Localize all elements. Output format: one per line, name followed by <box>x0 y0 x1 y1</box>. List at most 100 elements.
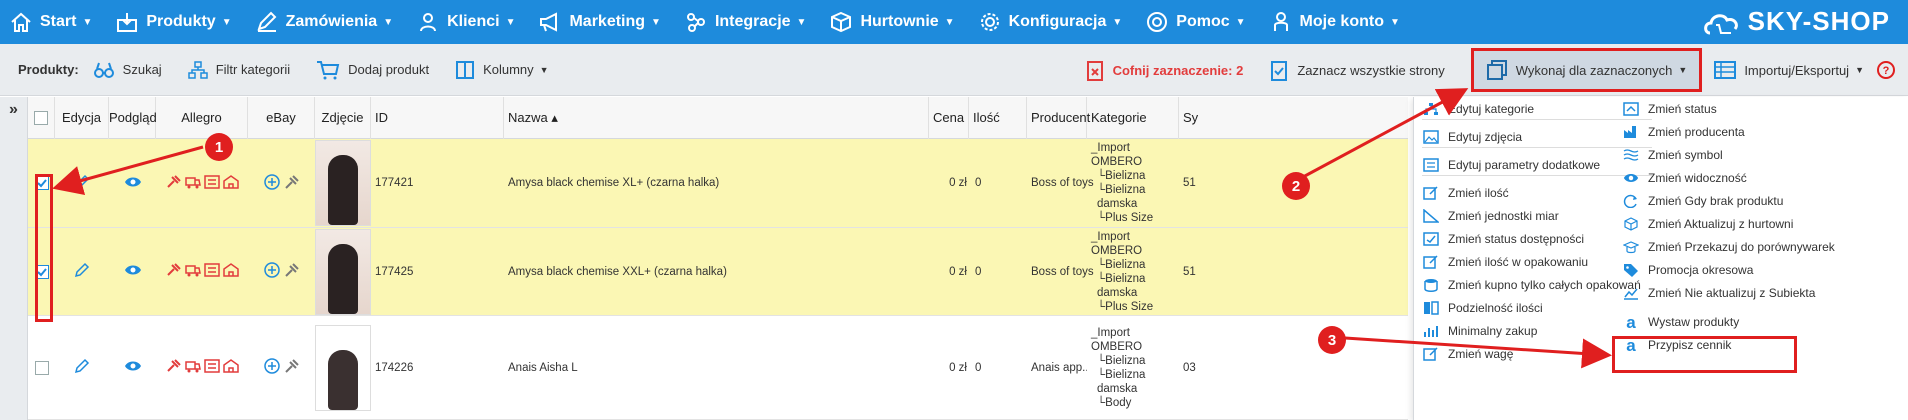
col-producent[interactable]: Producent <box>1027 97 1090 139</box>
menu-change-weight[interactable]: Zmień wagę <box>1422 345 1513 363</box>
nav-produkty[interactable]: Produkty ▼ <box>114 9 232 35</box>
product-thumbnail[interactable] <box>315 228 371 315</box>
cell-name[interactable]: Anais Aisha L <box>504 316 929 419</box>
allegro-truck-icon[interactable] <box>184 263 201 280</box>
allegro-shop-icon[interactable] <box>222 174 239 192</box>
cube-icon <box>828 9 854 35</box>
col-zdjecie[interactable]: Zdjęcie <box>315 97 371 139</box>
toolbar-section-label: Produkty: <box>18 62 79 77</box>
category-filter-button[interactable]: Filtr kategorii <box>187 60 290 79</box>
nav-start[interactable]: Start ▼ <box>8 9 92 35</box>
edit-icon[interactable] <box>74 174 90 193</box>
undo-selection-button[interactable]: Cofnij zaznaczenie: 2 <box>1085 59 1243 81</box>
category-line: └Bielizna <box>1097 355 1146 367</box>
row-checkbox[interactable] <box>34 360 49 375</box>
cell-name[interactable]: Amysa black chemise XL+ (czarna halka) <box>504 139 929 227</box>
table-row[interactable]: 177425 Amysa black chemise XXL+ (czarna … <box>28 228 1408 316</box>
menu-change-status[interactable]: Zmień status <box>1622 100 1717 118</box>
import-export-button[interactable]: Importuj/Eksportuj ▼ <box>1714 60 1864 80</box>
eye-icon[interactable] <box>124 360 142 375</box>
help-icon[interactable]: ? <box>1876 60 1896 80</box>
allegro-shop-icon[interactable] <box>222 359 239 376</box>
nav-marketing[interactable]: Marketing ▼ <box>537 9 661 35</box>
menu-change-quantity[interactable]: Zmień ilość <box>1422 184 1509 202</box>
nav-moje-konto[interactable]: Moje konto ▼ <box>1268 9 1400 35</box>
cell-qty: 0 <box>975 177 982 189</box>
col-nazwa[interactable]: Nazwa ▴ <box>504 97 929 139</box>
select-all-checkbox[interactable] <box>28 97 55 139</box>
menu-change-producer[interactable]: Zmień producenta <box>1622 123 1745 141</box>
sidebar-collapse[interactable]: » <box>0 97 28 420</box>
menu-minimal-purchase[interactable]: Minimalny zakup <box>1422 322 1537 340</box>
status-icon <box>1422 230 1440 248</box>
allegro-auction-icon[interactable] <box>166 359 182 376</box>
brand-logo[interactable]: SKY-SHOP <box>1702 6 1890 37</box>
col-ilosc[interactable]: Ilość <box>969 97 1027 139</box>
nav-integracje[interactable]: Integracje ▼ <box>683 9 806 35</box>
nav-klienci[interactable]: Klienci ▼ <box>415 9 515 35</box>
col-cena[interactable]: Cena <box>929 97 969 139</box>
menu-periodic-promotion[interactable]: Promocja okresowa <box>1622 261 1753 279</box>
checkbox[interactable] <box>34 111 48 125</box>
menu-change-units[interactable]: Zmień jednostki miar <box>1422 207 1559 225</box>
edit-icon[interactable] <box>74 262 90 281</box>
menu-edit-photos[interactable]: Edytuj zdjęcia <box>1422 128 1522 146</box>
cube-icon <box>1622 215 1640 233</box>
columns-button[interactable]: Kolumny ▼ <box>455 60 549 80</box>
menu-list-products[interactable]: a Wystaw produkty <box>1622 313 1739 331</box>
table-row[interactable]: 177421 Amysa black chemise XL+ (czarna h… <box>28 139 1408 228</box>
ebay-add-icon[interactable] <box>263 358 280 377</box>
select-all-pages-button[interactable]: Zaznacz wszystkie strony <box>1269 59 1445 81</box>
product-thumbnail[interactable] <box>315 140 371 226</box>
allegro-truck-icon[interactable] <box>184 175 201 192</box>
nav-konfiguracja[interactable]: Konfiguracja ▼ <box>977 9 1122 35</box>
menu-quantity-divisibility[interactable]: Podzielność ilości <box>1422 299 1543 317</box>
menu-change-out-of-stock[interactable]: Zmień Gdy brak produktu <box>1622 192 1783 210</box>
menu-edit-categories[interactable]: Edytuj kategorie <box>1422 100 1534 118</box>
col-id[interactable]: ID <box>371 97 504 139</box>
menu-change-comparators[interactable]: Zmień Przekazuj do porównywarek <box>1622 238 1835 256</box>
ebay-auction-icon[interactable] <box>284 174 300 193</box>
execute-for-selected-button[interactable]: Wykonaj dla zaznaczonych ▼ <box>1470 48 1703 92</box>
edit-icon[interactable] <box>74 358 90 377</box>
menu-change-symbol[interactable]: Zmień symbol <box>1622 146 1723 164</box>
allegro-shop-icon[interactable] <box>222 263 239 280</box>
menu-change-availability[interactable]: Zmień status dostępności <box>1422 230 1584 248</box>
search-button[interactable]: Szukaj <box>93 61 162 79</box>
nav-hurtownie[interactable]: Hurtownie ▼ <box>828 9 955 35</box>
ebay-add-icon[interactable] <box>263 262 280 281</box>
col-ebay[interactable]: eBay <box>248 97 315 139</box>
category-line: _Import OMBERO <box>1091 230 1143 257</box>
col-kategorie[interactable]: Kategorie <box>1087 97 1179 139</box>
nav-zamowienia[interactable]: Zamówienia ▼ <box>254 9 393 35</box>
chevron-down-icon: ▼ <box>1678 65 1688 75</box>
menu-edit-params[interactable]: Edytuj parametry dodatkowe <box>1422 156 1600 174</box>
col-allegro[interactable]: Allegro <box>156 97 248 139</box>
allegro-auction-icon[interactable] <box>166 263 182 280</box>
allegro-auction-icon[interactable] <box>166 174 182 192</box>
col-symbol[interactable]: Sy <box>1179 97 1219 139</box>
col-edycja[interactable]: Edycja <box>55 97 109 139</box>
menu-change-no-subiekt-update[interactable]: Zmień Nie aktualizuj z Subiekta <box>1622 284 1815 302</box>
ebay-auction-icon[interactable] <box>284 262 300 281</box>
allegro-list-icon[interactable] <box>203 359 220 376</box>
ebay-add-icon[interactable] <box>263 173 280 193</box>
menu-change-visibility[interactable]: Zmień widoczność <box>1622 169 1747 187</box>
allegro-truck-icon[interactable] <box>184 359 201 376</box>
allegro-list-icon[interactable] <box>203 263 220 280</box>
menu-change-whole-packs[interactable]: Zmień kupno tylko całych opakowań <box>1422 276 1641 294</box>
nav-pomoc[interactable]: Pomoc ▼ <box>1144 9 1246 35</box>
product-thumbnail[interactable] <box>315 324 371 411</box>
cell-name[interactable]: Amysa black chemise XXL+ (czarna halka) <box>504 228 929 315</box>
cell-categories: _Import OMBERO └Bielizna └Bielizna damska └… <box>1087 228 1179 315</box>
eye-icon[interactable] <box>124 264 142 279</box>
menu-change-update-wholesale[interactable]: Zmień Aktualizuj z hurtowni <box>1622 215 1793 233</box>
menu-change-pack-qty[interactable]: Zmień ilość w opakowaniu <box>1422 253 1588 271</box>
eye-icon[interactable] <box>124 176 142 191</box>
add-product-button[interactable]: Dodaj produkt <box>316 60 429 80</box>
ebay-auction-icon[interactable] <box>284 358 300 377</box>
allegro-list-icon[interactable] <box>203 174 220 192</box>
table-row[interactable]: 174226 Anais Aisha L 0 zł 0 Anais app...… <box>28 316 1408 420</box>
col-podglad[interactable]: Podgląd <box>109 97 157 139</box>
chevron-down-icon: ▼ <box>221 16 232 28</box>
